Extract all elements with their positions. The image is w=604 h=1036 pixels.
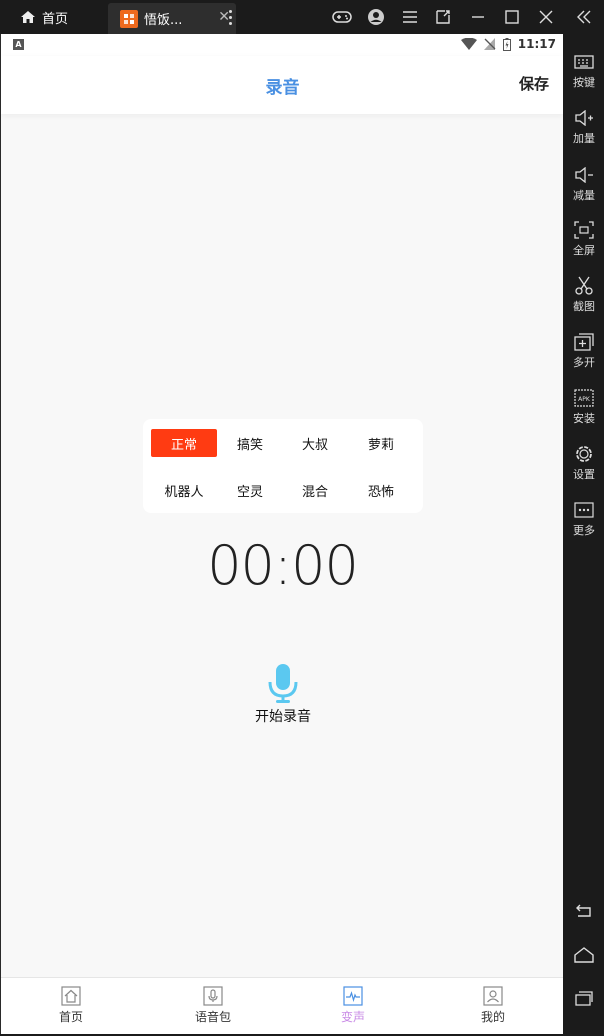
no-signal-icon: [483, 38, 496, 50]
volume-down-icon: [573, 165, 595, 185]
keymap-label: 按键: [573, 76, 595, 89]
settings-button[interactable]: 设置: [564, 444, 604, 482]
scissors-icon: [573, 276, 595, 296]
emulator-titlebar: 首页 悟饭... ✕: [0, 0, 604, 34]
install-label: 安装: [573, 412, 595, 425]
app-tab-label: 悟饭...: [144, 13, 183, 28]
effect-robot[interactable]: 机器人: [151, 476, 217, 504]
keyboard-icon: [573, 52, 595, 72]
multi-instance-label: 多开: [573, 356, 595, 369]
svg-text:APK: APK: [578, 396, 591, 403]
effect-loli[interactable]: 萝莉: [348, 429, 414, 457]
account-icon[interactable]: [365, 7, 387, 27]
nav-item-voice-changer[interactable]: 变声: [313, 986, 393, 1025]
screenshot-label: 截图: [573, 300, 595, 313]
page-title: 录音: [265, 78, 300, 98]
multi-instance-button[interactable]: 多开: [564, 332, 604, 370]
more-button[interactable]: 更多: [564, 500, 604, 538]
fullscreen-button[interactable]: 全屏: [564, 220, 604, 258]
microphone-icon: [268, 664, 298, 703]
effect-normal[interactable]: 正常: [151, 429, 217, 457]
status-bar: A 11:17: [1, 34, 563, 56]
recording-timer: 00:00: [207, 534, 359, 597]
status-indicator: A: [13, 39, 24, 50]
status-time: 11:17: [517, 37, 556, 51]
volume-up-icon: [573, 108, 595, 128]
menu-icon[interactable]: [399, 7, 421, 27]
effect-funny[interactable]: 搞笑: [217, 429, 283, 457]
effect-ethereal[interactable]: 空灵: [217, 476, 283, 504]
nav-item-voice-pack[interactable]: 语音包: [173, 986, 253, 1025]
nav-label-mine: 我的: [480, 1010, 505, 1024]
emulator-sidebar: 按键 加量 减量 全屏 截图 多开 APK 安装 设置 更多: [564, 0, 604, 1036]
nav-label-voice-changer: 变声: [340, 1010, 365, 1024]
settings-label: 设置: [573, 468, 595, 481]
wifi-icon: [460, 38, 477, 50]
volume-up-label: 加量: [573, 132, 595, 145]
screenshot-button[interactable]: 截图: [564, 276, 604, 314]
app-tab[interactable]: 悟饭... ✕: [108, 3, 236, 34]
voice-effects-panel: 正常 搞笑 大叔 萝莉 机器人 空灵 混合 恐怖: [143, 419, 423, 513]
app-header: 录音 保存: [1, 56, 563, 114]
keymap-button[interactable]: 按键: [564, 52, 604, 90]
user-icon: [483, 986, 503, 1006]
back-arrow-icon: [573, 901, 595, 921]
resize-icon[interactable]: [432, 7, 454, 27]
home-tab[interactable]: 首页: [8, 4, 68, 30]
close-window-icon[interactable]: [535, 7, 557, 27]
battery-icon: [502, 37, 511, 51]
app-logo-icon: [120, 9, 138, 28]
more-label: 更多: [573, 524, 595, 537]
nav-label-voice-pack: 语音包: [194, 1010, 231, 1024]
mic-icon: [203, 986, 223, 1006]
effect-mixed[interactable]: 混合: [282, 476, 348, 504]
nav-item-home[interactable]: 首页: [31, 986, 111, 1025]
back-button[interactable]: [564, 901, 604, 923]
more-vertical-icon[interactable]: [222, 5, 238, 29]
bottom-navigation: 首页 语音包 变声 我的: [1, 977, 563, 1034]
waveform-icon: [343, 986, 363, 1006]
double-chevron-left-icon: [573, 7, 595, 27]
home-tab-label: 首页: [42, 11, 69, 27]
nav-label-home: 首页: [58, 1010, 83, 1024]
volume-down-button[interactable]: 减量: [564, 165, 604, 203]
fullscreen-label: 全屏: [573, 244, 595, 257]
home-icon: [61, 986, 81, 1006]
nav-item-mine[interactable]: 我的: [453, 986, 533, 1025]
effect-horror[interactable]: 恐怖: [348, 476, 414, 504]
fullscreen-icon: [573, 220, 595, 240]
house-outline-icon: [573, 945, 595, 965]
home-icon: [21, 11, 35, 23]
start-recording-label: 开始录音: [255, 709, 311, 725]
phone-screen: A 11:17 录音 保存 正常 搞笑 大叔 萝莉 机器人 空灵 混合 恐怖 0…: [0, 34, 563, 1034]
recent-apps-button[interactable]: [564, 988, 604, 1010]
minimize-icon[interactable]: [467, 7, 489, 27]
volume-down-label: 减量: [573, 189, 595, 202]
apk-icon: APK: [573, 388, 595, 408]
gear-icon: [573, 444, 595, 464]
collapse-sidebar-button[interactable]: [564, 7, 604, 29]
save-button[interactable]: 保存: [519, 73, 549, 94]
multi-window-icon: [573, 332, 595, 352]
recent-apps-icon: [573, 988, 595, 1008]
gamepad-icon[interactable]: [331, 7, 353, 27]
install-apk-button[interactable]: APK 安装: [564, 388, 604, 426]
start-recording-button[interactable]: 开始录音: [247, 664, 319, 726]
volume-up-button[interactable]: 加量: [564, 108, 604, 146]
more-horizontal-icon: [573, 500, 595, 520]
android-home-button[interactable]: [564, 945, 604, 967]
effect-uncle[interactable]: 大叔: [282, 429, 348, 457]
maximize-icon[interactable]: [501, 7, 523, 27]
